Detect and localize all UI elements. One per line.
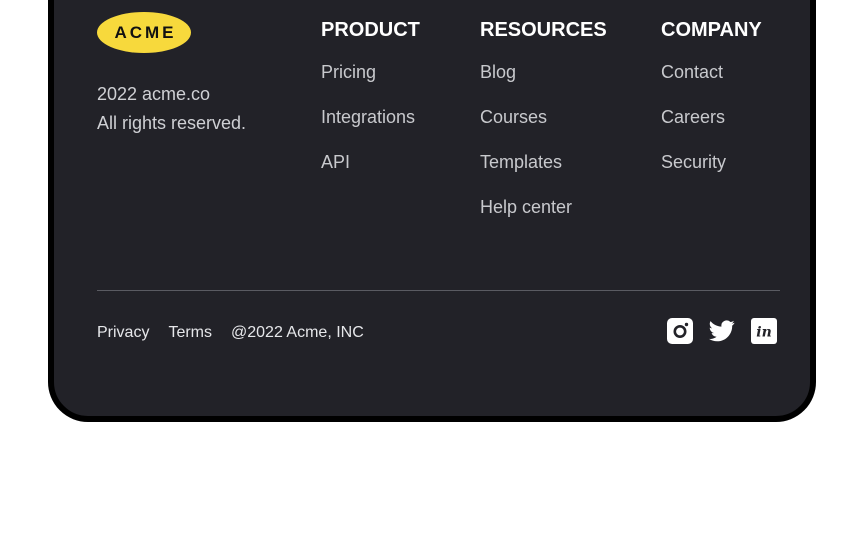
- footer: ACME 2022 acme.co All rights reserved. P…: [48, 0, 816, 422]
- security-link[interactable]: Security: [661, 152, 762, 197]
- product-heading: PRODUCT: [321, 19, 420, 41]
- company-column: COMPANY Contact Careers Security: [661, 18, 762, 197]
- privacy-link[interactable]: Privacy: [97, 323, 149, 342]
- help-center-link[interactable]: Help center: [480, 197, 607, 242]
- linkedin-icon[interactable]: in: [751, 318, 777, 344]
- legal-links: Privacy Terms @2022 Acme, INC: [97, 323, 364, 342]
- copyright-text: @2022 Acme, INC: [231, 324, 364, 341]
- company-heading: COMPANY: [661, 19, 762, 41]
- integrations-link[interactable]: Integrations: [321, 107, 420, 152]
- svg-text:in: in: [756, 325, 772, 341]
- blog-link[interactable]: Blog: [480, 62, 607, 107]
- templates-link[interactable]: Templates: [480, 152, 607, 197]
- social-links: in: [667, 318, 777, 344]
- contact-link[interactable]: Contact: [661, 62, 762, 107]
- terms-link[interactable]: Terms: [168, 323, 212, 342]
- careers-link[interactable]: Careers: [661, 107, 762, 152]
- twitter-icon[interactable]: [709, 318, 735, 344]
- resources-column: RESOURCES Blog Courses Templates Help ce…: [480, 18, 607, 242]
- api-link[interactable]: API: [321, 152, 420, 197]
- resources-heading: RESOURCES: [480, 19, 607, 41]
- brand-domain: 2022 acme.co: [97, 84, 211, 104]
- footer-divider: [97, 290, 780, 291]
- logo-text: ACME: [114, 22, 177, 42]
- brand-info: 2022 acme.co All rights reserved.: [97, 80, 246, 138]
- product-column: PRODUCT Pricing Integrations API: [321, 18, 420, 197]
- courses-link[interactable]: Courses: [480, 107, 607, 152]
- instagram-icon[interactable]: [667, 318, 693, 344]
- brand-rights: All rights reserved.: [97, 113, 247, 133]
- acme-logo[interactable]: ACME: [97, 12, 191, 53]
- pricing-link[interactable]: Pricing: [321, 62, 420, 107]
